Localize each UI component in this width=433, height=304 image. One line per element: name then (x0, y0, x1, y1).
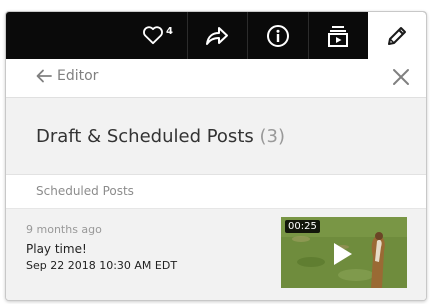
close-icon[interactable] (391, 67, 411, 87)
post-relative-time: 9 months ago (26, 223, 102, 236)
post-title: Play time! (26, 242, 87, 256)
video-thumbnail[interactable]: 00:25 (281, 217, 407, 288)
video-duration: 00:25 (285, 220, 320, 233)
nav-row: Editor (6, 59, 426, 98)
share-button[interactable] (188, 12, 246, 59)
info-icon (266, 24, 289, 47)
arrow-left-icon (36, 69, 52, 83)
like-count: 4 (166, 26, 173, 37)
pencil-icon (388, 26, 406, 45)
section-label: Scheduled Posts (36, 184, 134, 198)
present-button[interactable] (309, 12, 367, 59)
back-to-editor-link[interactable]: Editor (36, 68, 98, 84)
play-icon[interactable] (329, 241, 355, 267)
page-title: Draft & Scheduled Posts (3) (36, 126, 285, 147)
share-icon (206, 26, 228, 45)
page-title-text: Draft & Scheduled Posts (36, 126, 254, 147)
section-header: Scheduled Posts (6, 175, 426, 209)
scheduled-post-row[interactable]: 9 months ago Play time! Sep 22 2018 10:3… (6, 209, 426, 300)
top-toolbar: 4 (6, 12, 426, 59)
post-count: (3) (259, 126, 285, 147)
present-icon (328, 25, 348, 47)
heart-icon (143, 26, 163, 45)
like-button[interactable]: 4 (142, 12, 186, 59)
back-label: Editor (57, 68, 99, 84)
title-section: Draft & Scheduled Posts (3) (6, 98, 426, 175)
post-scheduled-date: Sep 22 2018 10:30 AM EDT (26, 259, 178, 272)
edit-button[interactable] (368, 12, 426, 59)
info-button[interactable] (248, 12, 307, 59)
app-window: 4 Editor Draft & Scheduled Posts (3) Sch… (5, 11, 427, 301)
